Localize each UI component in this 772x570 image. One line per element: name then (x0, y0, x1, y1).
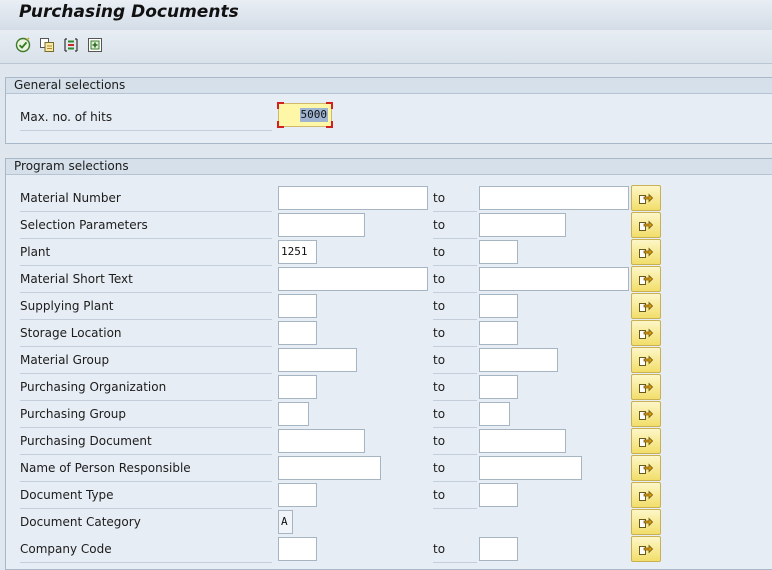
multiple-selection-icon (639, 463, 653, 474)
storage-location-label: Storage Location (20, 321, 272, 347)
person-responsible-from-input[interactable] (278, 456, 381, 480)
plant-label: Plant (20, 240, 272, 266)
multiple-selection-icon (639, 382, 653, 393)
to-label: to (433, 429, 477, 455)
multiple-selection-button[interactable] (631, 239, 661, 265)
copy-variant-icon[interactable] (38, 36, 56, 54)
program-selections-heading: Program selections (6, 159, 772, 175)
selection-parameters-from-input[interactable] (278, 213, 365, 237)
to-label: to (433, 267, 477, 293)
max-hits-input[interactable]: 5000 (277, 102, 333, 128)
storage-location-to-input[interactable] (479, 321, 518, 345)
multiple-selection-icon (639, 247, 653, 258)
plant-from-input[interactable]: 1251 (278, 240, 317, 264)
person-responsible-label: Name of Person Responsible (20, 456, 272, 482)
to-label: to (433, 537, 477, 563)
max-hits-value: 5000 (299, 108, 328, 122)
multiple-selection-button[interactable] (631, 347, 661, 373)
to-label: to (433, 294, 477, 320)
general-selections-group: General selections Max. no. of hits 5000 (5, 77, 772, 144)
selection-parameters-label: Selection Parameters (20, 213, 272, 239)
page-title: Purchasing Documents (19, 2, 239, 22)
multiple-selection-button[interactable] (631, 509, 661, 535)
multiple-selection-icon (639, 409, 653, 420)
supplying-plant-to-input[interactable] (479, 294, 518, 318)
company-code-label: Company Code (20, 537, 272, 563)
material-short-text-from-input[interactable] (278, 267, 428, 291)
multiple-selection-button[interactable] (631, 293, 661, 319)
purchasing-group-label: Purchasing Group (20, 402, 272, 428)
multiple-selection-button[interactable] (631, 482, 661, 508)
company-code-to-input[interactable] (479, 537, 518, 561)
max-hits-label: Max. no. of hits (20, 105, 272, 131)
purchasing-document-from-input[interactable] (278, 429, 365, 453)
general-selections-heading: General selections (6, 78, 772, 94)
plant-to-input[interactable] (479, 240, 518, 264)
multiple-selection-button[interactable] (631, 536, 661, 562)
purchasing-document-to-input[interactable] (479, 429, 566, 453)
material-short-text-to-input[interactable] (479, 267, 629, 291)
focus-corner (326, 121, 333, 128)
material-group-to-input[interactable] (479, 348, 558, 372)
to-label: to (433, 240, 477, 266)
material-number-to-input[interactable] (479, 186, 629, 210)
multiple-selection-icon (639, 328, 653, 339)
purchasing-organization-from-input[interactable] (278, 375, 317, 399)
person-responsible-to-input[interactable] (479, 456, 582, 480)
multiple-selection-button[interactable] (631, 374, 661, 400)
to-label: to (433, 186, 477, 212)
multiple-selection-icon (639, 301, 653, 312)
purchasing-organization-label: Purchasing Organization (20, 375, 272, 401)
multiple-selection-icon (639, 355, 653, 366)
supplying-plant-from-input[interactable] (278, 294, 317, 318)
document-type-label: Document Type (20, 483, 272, 509)
multiple-selection-button[interactable] (631, 455, 661, 481)
multiple-selection-button[interactable] (631, 185, 661, 211)
focus-corner (277, 121, 284, 128)
material-number-from-input[interactable] (278, 186, 428, 210)
focus-corner (277, 102, 284, 109)
multiple-selection-button[interactable] (631, 266, 661, 292)
title-bar: Purchasing Documents (0, 0, 772, 30)
multiple-selection-button[interactable] (631, 401, 661, 427)
execute-icon[interactable] (14, 36, 32, 54)
multiple-selection-icon (639, 274, 653, 285)
multiple-selection-icon (639, 490, 653, 501)
application-toolbar (0, 30, 772, 64)
supplying-plant-label: Supplying Plant (20, 294, 272, 320)
material-short-text-label: Material Short Text (20, 267, 272, 293)
to-label: to (433, 375, 477, 401)
multiple-selection-icon (639, 517, 653, 528)
document-category-input[interactable]: A (278, 510, 293, 534)
multiple-selection-icon (639, 220, 653, 231)
purchasing-group-to-input[interactable] (479, 402, 510, 426)
selection-options-icon[interactable] (62, 36, 80, 54)
material-number-label: Material Number (20, 186, 272, 212)
to-label: to (433, 321, 477, 347)
purchasing-document-label: Purchasing Document (20, 429, 272, 455)
purchasing-group-from-input[interactable] (278, 402, 309, 426)
selection-parameters-to-input[interactable] (479, 213, 566, 237)
multiple-selection-button[interactable] (631, 428, 661, 454)
to-label: to (433, 402, 477, 428)
storage-location-from-input[interactable] (278, 321, 317, 345)
to-label: to (433, 483, 477, 509)
material-group-label: Material Group (20, 348, 272, 374)
multiple-selection-button[interactable] (631, 212, 661, 238)
document-category-label: Document Category (20, 515, 141, 529)
multiple-selection-icon (639, 436, 653, 447)
dynamic-selections-icon[interactable] (86, 36, 104, 54)
document-type-to-input[interactable] (479, 483, 518, 507)
to-label: to (433, 213, 477, 239)
multiple-selection-icon (639, 544, 653, 555)
multiple-selection-button[interactable] (631, 320, 661, 346)
program-selections-group: Program selections Material Number to Se… (5, 158, 772, 570)
company-code-from-input[interactable] (278, 537, 317, 561)
material-group-from-input[interactable] (278, 348, 357, 372)
multiple-selection-icon (639, 193, 653, 204)
document-type-from-input[interactable] (278, 483, 317, 507)
purchasing-organization-to-input[interactable] (479, 375, 518, 399)
to-label: to (433, 348, 477, 374)
to-label: to (433, 456, 477, 482)
